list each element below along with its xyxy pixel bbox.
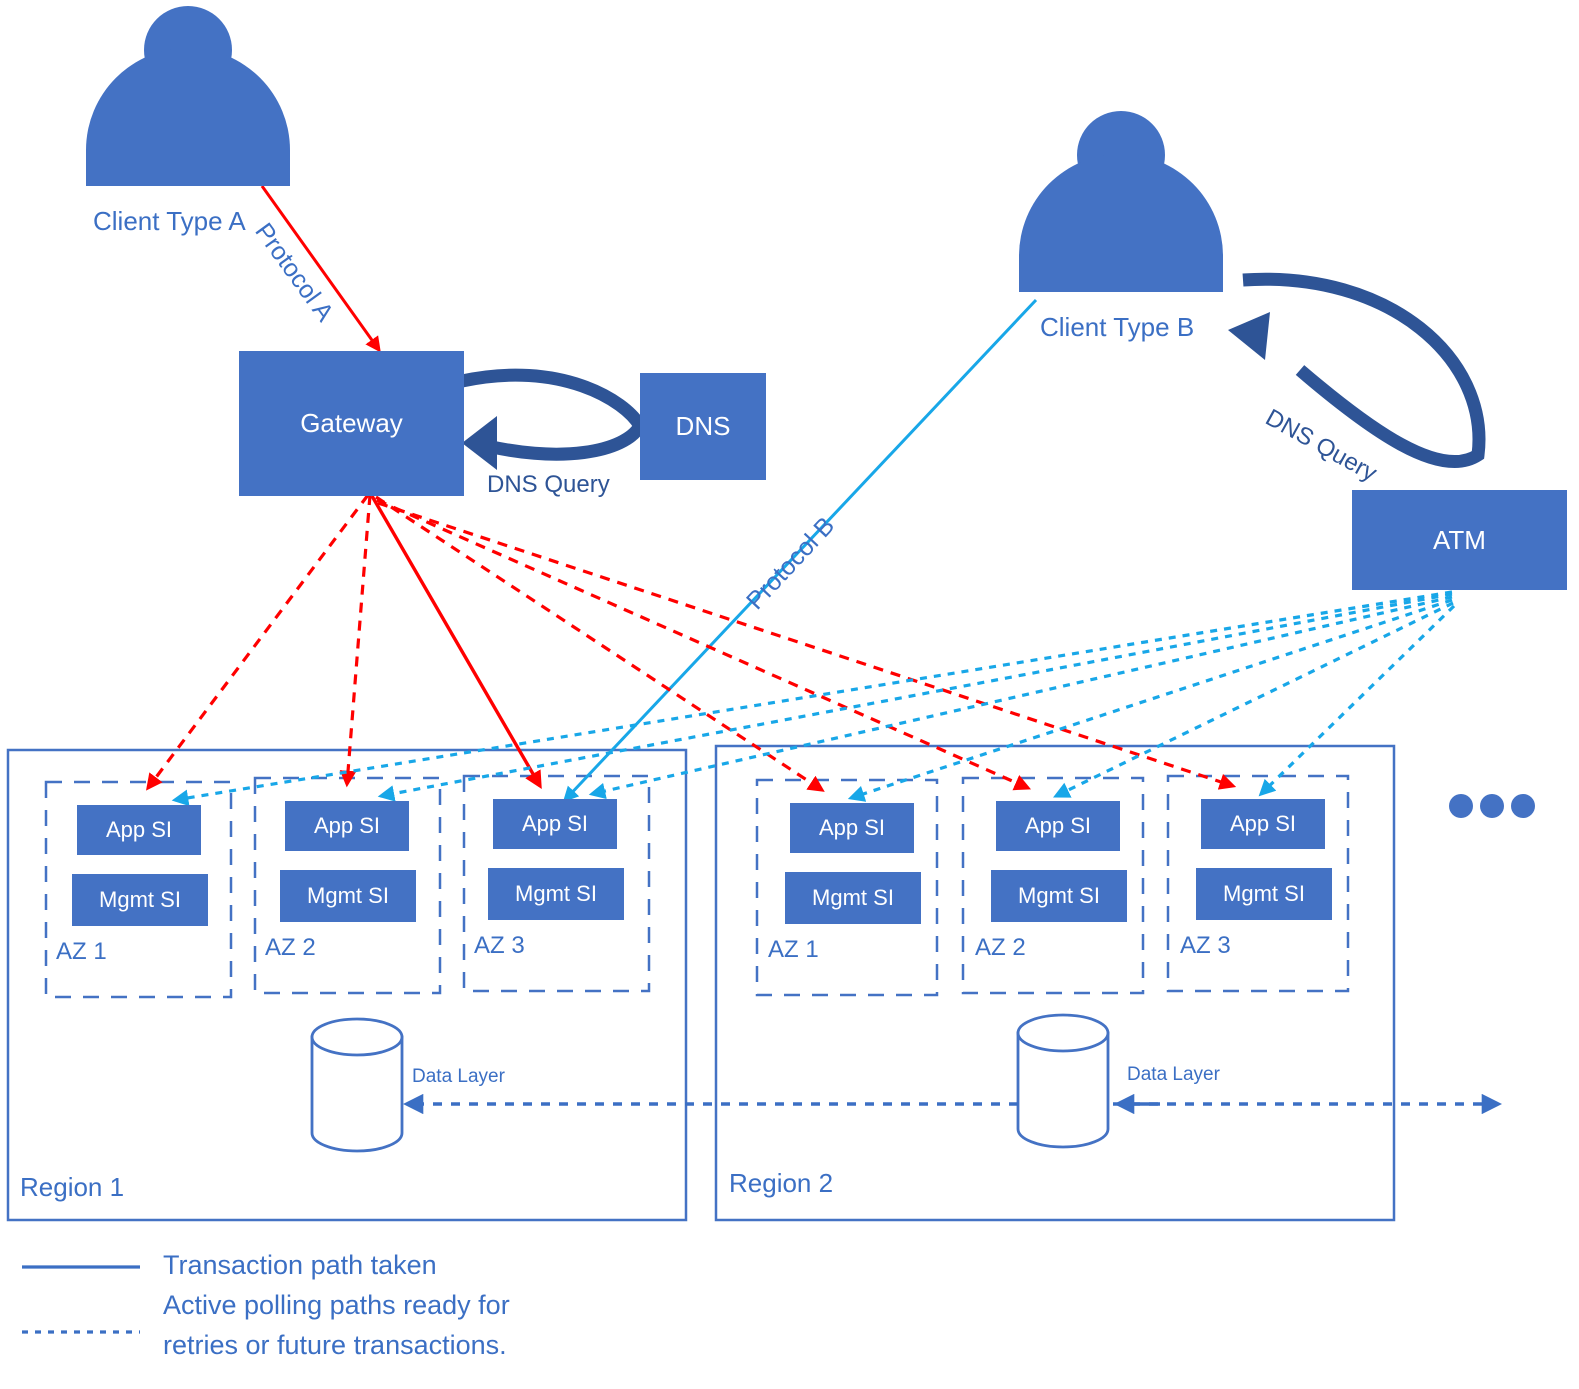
atm-label: ATM <box>1433 524 1486 555</box>
legend-label-transaction-path: Transaction path taken <box>163 1250 437 1280</box>
az-label-r1-az2: AZ 2 <box>265 934 316 961</box>
app-si-label: App SI <box>521 811 589 836</box>
az-label-r2-az2: AZ 2 <box>975 934 1026 961</box>
atm-to-r1-az3 <box>588 595 1453 800</box>
app-si-r2-az3[interactable]: App SI <box>1201 799 1325 849</box>
mgmt-si-label: Mgmt SI <box>1223 881 1305 906</box>
gw-to-r1-az1 <box>146 494 370 791</box>
dns-query-loop-atm <box>1228 272 1486 469</box>
app-si-label: App SI <box>818 815 886 840</box>
gw-to-r1-az2 <box>339 494 372 788</box>
client-type-a-avatar <box>86 6 290 186</box>
dns-query-loop-gateway <box>460 368 648 470</box>
dns-label: DNS <box>675 411 731 441</box>
client-type-b-avatar <box>1019 111 1223 292</box>
client-type-a-label: Client Type A <box>93 206 246 236</box>
mgmt-si-r1-az2[interactable]: Mgmt SI <box>280 870 416 922</box>
app-si-r1-az2[interactable]: App SI <box>285 801 409 851</box>
gw-to-r1-az3-transaction <box>370 495 542 790</box>
app-si-r2-az2[interactable]: App SI <box>996 801 1120 851</box>
mgmt-si-label: Mgmt SI <box>99 887 181 912</box>
dns-node[interactable]: DNS <box>640 373 766 480</box>
mgmt-si-label: Mgmt SI <box>515 881 597 906</box>
az-label-r1-az1: AZ 1 <box>56 938 107 965</box>
gateway-node[interactable]: Gateway <box>239 351 464 496</box>
app-si-label: App SI <box>1024 813 1092 838</box>
atm-to-r2-az1 <box>847 598 1453 802</box>
atm-to-r2-az3 <box>1258 604 1456 797</box>
gw-to-r2-az1 <box>375 495 825 792</box>
database-region-1 <box>310 1017 404 1153</box>
mgmt-si-r1-az1[interactable]: Mgmt SI <box>72 874 208 926</box>
mgmt-si-r2-az3[interactable]: Mgmt SI <box>1196 868 1332 920</box>
mgmt-si-label: Mgmt SI <box>812 885 894 910</box>
az-label-r2-az1: AZ 1 <box>768 936 819 963</box>
mgmt-si-r2-az1[interactable]: Mgmt SI <box>785 872 921 924</box>
mgmt-si-label: Mgmt SI <box>307 883 389 908</box>
architecture-diagram: Gateway DNS ATM App SI Mgmt SI AZ 1 App … <box>0 0 1579 1389</box>
mgmt-si-r1-az3[interactable]: Mgmt SI <box>488 868 624 920</box>
region-2-label: Region 2 <box>729 1168 834 1198</box>
atm-node[interactable]: ATM <box>1352 490 1567 590</box>
app-si-r2-az1[interactable]: App SI <box>790 803 914 853</box>
atm-polling-paths <box>171 590 1456 807</box>
client-type-b-label: Client Type B <box>1040 312 1195 342</box>
gateway-label: Gateway <box>300 408 403 438</box>
legend-label-polling-line2: retries or future transactions. <box>163 1330 507 1360</box>
dns-query-label-gateway: DNS Query <box>487 471 610 498</box>
az-label-r2-az3: AZ 3 <box>1180 932 1231 959</box>
app-si-r1-az3[interactable]: App SI <box>493 799 617 849</box>
data-layer-label-region-2: Data Layer <box>1127 1064 1220 1085</box>
more-regions-dots-icon <box>1449 794 1535 818</box>
app-si-label: App SI <box>105 817 173 842</box>
mgmt-si-r2-az2[interactable]: Mgmt SI <box>991 870 1127 922</box>
app-si-label: App SI <box>1229 811 1297 836</box>
mgmt-si-label: Mgmt SI <box>1018 883 1100 908</box>
app-si-r1-az1[interactable]: App SI <box>77 805 201 855</box>
az-label-r1-az3: AZ 3 <box>474 932 525 959</box>
database-region-2 <box>1016 1013 1110 1149</box>
region-1-label: Region 1 <box>20 1172 125 1202</box>
data-layer-label-region-1: Data Layer <box>412 1066 505 1087</box>
legend-label-polling-line1: Active polling paths ready for <box>163 1290 510 1320</box>
app-si-label: App SI <box>313 813 381 838</box>
